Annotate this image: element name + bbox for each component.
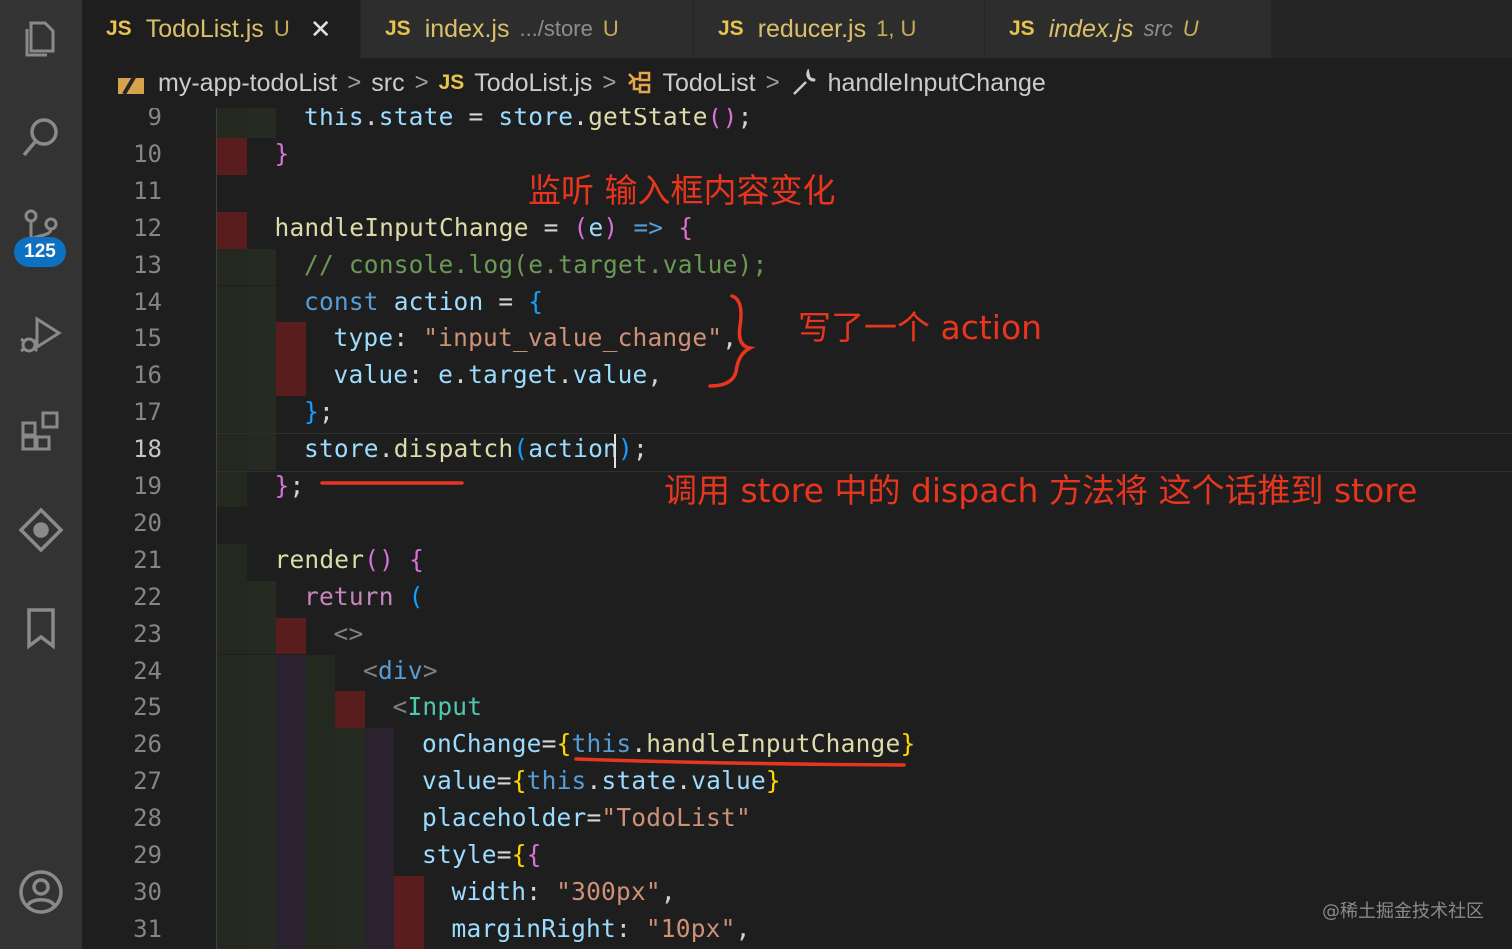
chevron-right-icon: >: [414, 69, 429, 96]
breadcrumb-class[interactable]: TodoList: [626, 68, 756, 98]
tab-label: reducer.js: [757, 14, 867, 43]
tab-store-index[interactable]: JS index.js .../store U: [361, 0, 693, 58]
close-icon[interactable]: ✕: [310, 14, 332, 45]
activity-bar: 125: [0, 0, 82, 949]
breadcrumb-item: TodoList: [662, 68, 756, 97]
breadcrumb-method[interactable]: handleInputChange: [790, 69, 1046, 98]
breadcrumb-file[interactable]: JS TodoList.js: [439, 69, 593, 98]
search-icon[interactable]: [0, 102, 82, 172]
gitlens-icon[interactable]: [0, 495, 82, 565]
tab-label: index.js: [424, 14, 510, 43]
watermark: @稀土掘金技术社区: [1322, 901, 1484, 922]
bookmark-icon[interactable]: [0, 593, 82, 663]
chevron-right-icon: >: [347, 69, 362, 96]
run-debug-icon[interactable]: [0, 298, 82, 368]
extensions-icon[interactable]: [0, 396, 82, 466]
chevron-right-icon: >: [602, 69, 617, 96]
js-file-icon: JS: [438, 71, 465, 94]
brace-mark: [708, 294, 756, 388]
tab-todolist[interactable]: JS TodoList.js U ✕: [82, 0, 360, 58]
tab-path-hint: src: [1143, 16, 1173, 41]
tab-bar: JS TodoList.js U ✕ JS index.js .../store…: [82, 0, 1512, 58]
wrench-icon: [792, 69, 815, 95]
folder-icon: [118, 72, 144, 96]
tab-label: index.js: [1048, 14, 1134, 43]
breadcrumb-item: my-app-todoList: [158, 68, 338, 97]
breadcrumb-item: handleInputChange: [827, 68, 1046, 97]
code-editor[interactable]: 9 10 11 12 13 14 15 16 17 18 19 20 21 22 23 24 25 26 27 28 2…: [82, 108, 1512, 949]
underline-handler: [574, 757, 906, 767]
js-file-icon: JS: [385, 17, 411, 40]
tab-src-index[interactable]: JS index.js src U: [985, 0, 1271, 58]
js-file-icon: JS: [1009, 17, 1035, 40]
breadcrumb-item: TodoList.js: [474, 68, 593, 97]
class-icon: [628, 71, 651, 94]
breadcrumb-folder[interactable]: my-app-todoList: [116, 69, 337, 98]
tab-reducer[interactable]: JS reducer.js 1, U: [694, 0, 984, 58]
tab-path-hint: .../store: [519, 16, 593, 41]
annotation-marks: [320, 294, 906, 767]
breadcrumb-item: src: [371, 68, 405, 97]
chevron-right-icon: >: [765, 69, 780, 96]
tab-status: U: [602, 16, 619, 41]
breadcrumb: my-app-todoList > src > JS TodoList.js >…: [82, 58, 1512, 108]
tab-label: TodoList.js: [145, 14, 264, 43]
explorer-icon[interactable]: [0, 4, 82, 74]
breadcrumb-src[interactable]: src: [371, 69, 404, 98]
tab-status: 1, U: [876, 16, 917, 41]
account-icon[interactable]: [0, 857, 82, 927]
tab-status: U: [1182, 16, 1199, 41]
tab-status: U: [273, 16, 290, 41]
source-control-badge: 125: [14, 237, 66, 267]
js-file-icon: JS: [106, 17, 132, 40]
js-file-icon: JS: [718, 17, 744, 40]
